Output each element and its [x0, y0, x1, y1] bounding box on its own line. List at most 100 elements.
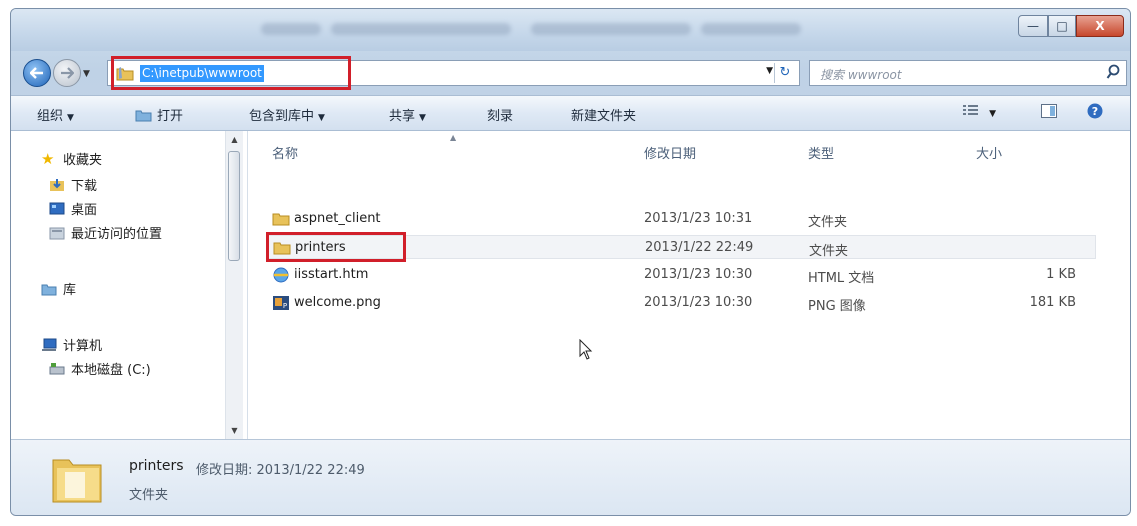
include-label: 包含到库中	[249, 109, 315, 124]
burn-button[interactable]: 刻录	[487, 105, 513, 124]
sort-ascending-icon: ▲	[450, 133, 457, 142]
chevron-down-icon: ▼	[989, 109, 997, 119]
navigation-row: ▼ C:\inetpub\wwwroot ▼ ↻ 搜索 wwwroot	[11, 51, 1130, 95]
nav-item-desktop[interactable]: 桌面	[49, 199, 97, 218]
nav-item-downloads[interactable]: 下载	[49, 175, 97, 194]
file-row[interactable]: iisstart.htm 2013/1/23 10:30 HTML 文档 1 K…	[266, 263, 1096, 287]
address-highlight-box	[111, 56, 351, 90]
help-button[interactable]: ?	[1087, 103, 1103, 123]
downloads-folder-icon	[50, 178, 64, 191]
large-folder-icon	[52, 459, 102, 503]
file-date: 2013/1/23 10:30	[644, 295, 753, 310]
recent-pages-dropdown[interactable]: ▼	[83, 69, 90, 79]
nav-item-libraries[interactable]: 库	[41, 279, 76, 298]
address-dropdown-icon[interactable]: ▼	[766, 66, 773, 76]
share-label: 共享	[389, 109, 416, 124]
view-options-button[interactable]: ▼	[963, 104, 996, 120]
nav-item-local-disk[interactable]: 本地磁盘 (C:)	[49, 359, 151, 378]
scroll-up-arrow-icon[interactable]: ▲	[226, 131, 243, 148]
folder-icon	[272, 213, 290, 226]
file-size: 1 KB	[1046, 267, 1076, 282]
open-folder-icon	[135, 110, 152, 122]
nav-label: 计算机	[63, 339, 103, 354]
nav-label: 库	[63, 283, 77, 298]
file-type: HTML 文档	[808, 271, 875, 286]
forward-arrow-icon	[61, 67, 74, 79]
close-button[interactable]: X	[1076, 15, 1124, 37]
column-header-type[interactable]: 类型	[808, 143, 834, 162]
svg-text:P: P	[283, 302, 287, 310]
maximize-button[interactable]: □	[1048, 15, 1076, 37]
file-row[interactable]: P welcome.png 2013/1/23 10:30 PNG 图像 181…	[266, 291, 1096, 315]
star-icon: ★	[41, 149, 55, 168]
search-icon[interactable]	[1106, 64, 1120, 80]
file-row[interactable]: aspnet_client 2013/1/23 10:31 文件夹	[266, 207, 1096, 231]
new-folder-button[interactable]: 新建文件夹	[571, 105, 636, 124]
preview-pane-button[interactable]	[1041, 104, 1057, 122]
html-file-icon	[273, 267, 289, 283]
svg-text:?: ?	[1092, 105, 1098, 118]
nav-label: 桌面	[71, 203, 98, 218]
open-button[interactable]: 打开	[135, 105, 183, 124]
file-size: 181 KB	[1029, 295, 1076, 310]
nav-label: 收藏夹	[63, 153, 103, 168]
details-pane: printers 修改日期: 2013/1/22 22:49 文件夹	[11, 439, 1130, 515]
file-type: PNG 图像	[808, 299, 866, 314]
refresh-icon[interactable]: ↻	[774, 63, 795, 83]
file-name: welcome.png	[294, 295, 381, 310]
computer-icon	[42, 338, 57, 351]
share-menu[interactable]: 共享 ▼	[389, 105, 426, 124]
printers-highlight-box	[266, 232, 406, 262]
blurred-title-fragment	[701, 23, 801, 35]
scrollbar-thumb[interactable]	[228, 151, 240, 261]
title-bar[interactable]: — □ X	[11, 9, 1130, 51]
organize-menu[interactable]: 组织 ▼	[37, 105, 74, 124]
blurred-title-fragment	[531, 23, 691, 35]
column-header-name[interactable]: 名称	[272, 143, 298, 162]
local-disk-icon	[49, 362, 65, 374]
file-date: 2013/1/23 10:30	[644, 267, 753, 282]
details-modified: 修改日期: 2013/1/22 22:49	[196, 463, 365, 478]
nav-label: 本地磁盘 (C:)	[71, 363, 151, 378]
include-in-library-menu[interactable]: 包含到库中 ▼	[249, 105, 325, 124]
chevron-down-icon: ▼	[67, 113, 74, 123]
details-name: printers	[129, 458, 184, 474]
forward-button[interactable]	[53, 59, 81, 87]
preview-pane-icon	[1041, 104, 1057, 118]
column-header-size[interactable]: 大小	[976, 143, 1002, 162]
file-name: aspnet_client	[294, 211, 381, 226]
nav-item-favorites[interactable]: ★ 收藏夹	[41, 149, 102, 168]
file-date: 2013/1/22 22:49	[645, 240, 754, 255]
file-type: 文件夹	[809, 244, 849, 259]
libraries-icon	[41, 284, 57, 295]
command-toolbar: 组织 ▼ 打开 包含到库中 ▼ 共享 ▼ 刻录 新建文件夹 ▼ ?	[11, 95, 1130, 131]
search-box[interactable]: 搜索 wwwroot	[809, 60, 1127, 86]
desktop-icon	[49, 202, 65, 214]
recent-places-icon	[49, 227, 65, 239]
file-list-pane: 名称 ▲ 修改日期 类型 大小 aspnet_client 2013/1/23 …	[248, 131, 1130, 439]
nav-item-recent-places[interactable]: 最近访问的位置	[49, 223, 162, 242]
mouse-cursor-icon	[579, 339, 593, 360]
file-type: 文件夹	[808, 215, 848, 230]
details-type: 文件夹	[129, 488, 169, 503]
nav-item-computer[interactable]: 计算机	[41, 335, 102, 354]
column-header-date[interactable]: 修改日期	[644, 143, 696, 162]
chevron-down-icon: ▼	[318, 113, 325, 123]
back-button[interactable]	[23, 59, 51, 87]
minimize-button[interactable]: —	[1018, 15, 1048, 37]
nav-label: 下载	[71, 179, 98, 194]
open-label: 打开	[157, 109, 184, 124]
search-placeholder: 搜索 wwwroot	[820, 68, 902, 82]
view-list-icon	[963, 105, 978, 115]
nav-label: 最近访问的位置	[71, 227, 163, 242]
explorer-window: — □ X ▼ C:\inetpub\wwwroot ▼ ↻ 搜索 wwwroo…	[10, 8, 1131, 516]
back-arrow-icon	[30, 67, 43, 79]
chevron-down-icon: ▼	[419, 113, 426, 123]
help-icon: ?	[1087, 103, 1103, 119]
nav-scrollbar[interactable]: ▲ ▼	[225, 131, 243, 439]
file-date: 2013/1/23 10:31	[644, 211, 753, 226]
scroll-down-arrow-icon[interactable]: ▼	[226, 422, 243, 439]
file-name: iisstart.htm	[294, 267, 369, 282]
navigation-pane: ★ 收藏夹 下载 桌面 最近访问的位置 库 计算机 本地磁盘 (C:) ▲ ▼	[11, 131, 248, 439]
blurred-title-fragment	[261, 23, 321, 35]
